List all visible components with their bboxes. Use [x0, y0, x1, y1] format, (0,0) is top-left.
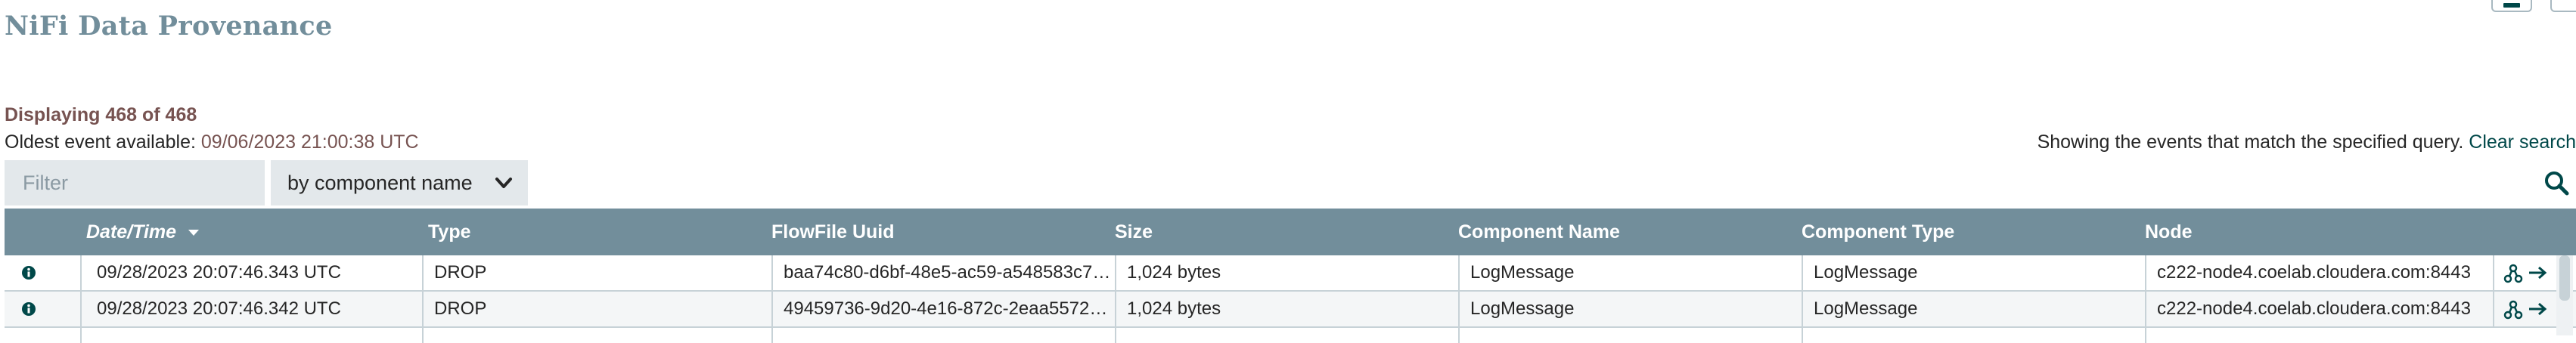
- node-cell: [2145, 328, 2493, 343]
- search-button[interactable]: [2535, 160, 2576, 205]
- filter-type-value: by component name: [287, 172, 473, 194]
- column-header-flowfile-uuid[interactable]: FlowFile Uuid: [771, 209, 895, 255]
- column-header-node[interactable]: Node: [2145, 209, 2193, 255]
- flowfile-uuid-cell: 49459736-9d20-4e16-872c-2eaa5572…: [771, 292, 1115, 326]
- column-header-size[interactable]: Size: [1115, 209, 1153, 255]
- column-header-datetime[interactable]: Date/Time: [86, 209, 200, 255]
- datetime-cell: [80, 328, 428, 343]
- node-cell: c222-node4.coelab.cloudera.com:8443: [2145, 255, 2493, 290]
- component-name-cell: LogMessage: [1458, 292, 1802, 326]
- type-cell: DROP: [422, 255, 771, 290]
- datetime-cell: 09/28/2023 20:07:46.342 UTC: [80, 292, 428, 326]
- sort-descending-icon: [188, 230, 199, 236]
- flowfile-uuid-cell: baa74c80-d6bf-48e5-ac59-a548583c7…: [771, 255, 1115, 290]
- info-cell: [5, 328, 80, 343]
- refresh-icon: [2503, 3, 2520, 8]
- lineage-icon[interactable]: [2503, 264, 2523, 283]
- table-row-partial: [5, 328, 2576, 343]
- refresh-button[interactable]: [2491, 0, 2532, 12]
- column-header-datetime-label: Date/Time: [86, 221, 177, 243]
- info-cell: [5, 255, 80, 290]
- oldest-event: Oldest event available: 09/06/2023 21:00…: [5, 131, 419, 153]
- type-cell: [422, 328, 771, 343]
- query-status-text: Showing the events that match the specif…: [2037, 131, 2469, 153]
- chevron-down-icon: [495, 178, 512, 188]
- close-button[interactable]: [2550, 0, 2576, 12]
- displaying-count: Displaying 468 of 468: [5, 104, 197, 125]
- column-header-component-name[interactable]: Component Name: [1458, 209, 1620, 255]
- lineage-icon[interactable]: [2503, 300, 2523, 320]
- filter-input[interactable]: [5, 160, 265, 205]
- table-row: 09/28/2023 20:07:46.343 UTC DROP baa74c8…: [5, 255, 2576, 292]
- node-cell: c222-node4.coelab.cloudera.com:8443: [2145, 292, 2493, 326]
- size-cell: 1,024 bytes: [1115, 255, 1458, 290]
- oldest-event-value: 09/06/2023 21:00:38 UTC: [200, 131, 419, 153]
- info-icon[interactable]: [21, 265, 36, 280]
- info-icon[interactable]: [21, 301, 36, 317]
- clear-search-link[interactable]: Clear search: [2469, 131, 2576, 153]
- component-type-cell: [1802, 328, 2145, 343]
- component-type-cell: LogMessage: [1802, 292, 2145, 326]
- flowfile-uuid-cell: [771, 328, 1115, 343]
- column-header-component-type[interactable]: Component Type: [1802, 209, 1954, 255]
- info-cell: [5, 292, 80, 326]
- component-type-cell: LogMessage: [1802, 255, 2145, 290]
- component-name-cell: LogMessage: [1458, 255, 1802, 290]
- query-status: Showing the events that match the specif…: [2038, 131, 2576, 153]
- scrollbar-thumb[interactable]: [2559, 255, 2570, 301]
- oldest-event-label: Oldest event available:: [5, 131, 201, 153]
- page-title: NiFi Data Provenance: [5, 11, 333, 42]
- component-name-cell: [1458, 328, 1802, 343]
- table-row: 09/28/2023 20:07:46.342 UTC DROP 4945973…: [5, 292, 2576, 328]
- datetime-cell: 09/28/2023 20:07:46.343 UTC: [80, 255, 428, 290]
- column-header-info: [5, 209, 80, 255]
- filter-type-select[interactable]: by component name: [271, 160, 528, 205]
- goto-icon[interactable]: [2528, 301, 2547, 317]
- goto-icon[interactable]: [2528, 265, 2547, 280]
- row-actions: [2493, 292, 2555, 326]
- type-cell: DROP: [422, 292, 771, 326]
- column-header-type[interactable]: Type: [428, 209, 471, 255]
- table-header: Date/Time Type FlowFile Uuid Size Compon…: [5, 209, 2576, 255]
- top-controls: [2485, 0, 2576, 12]
- row-actions: [2493, 255, 2555, 290]
- size-cell: [1115, 328, 1458, 343]
- search-icon: [2545, 172, 2569, 196]
- size-cell: 1,024 bytes: [1115, 292, 1458, 326]
